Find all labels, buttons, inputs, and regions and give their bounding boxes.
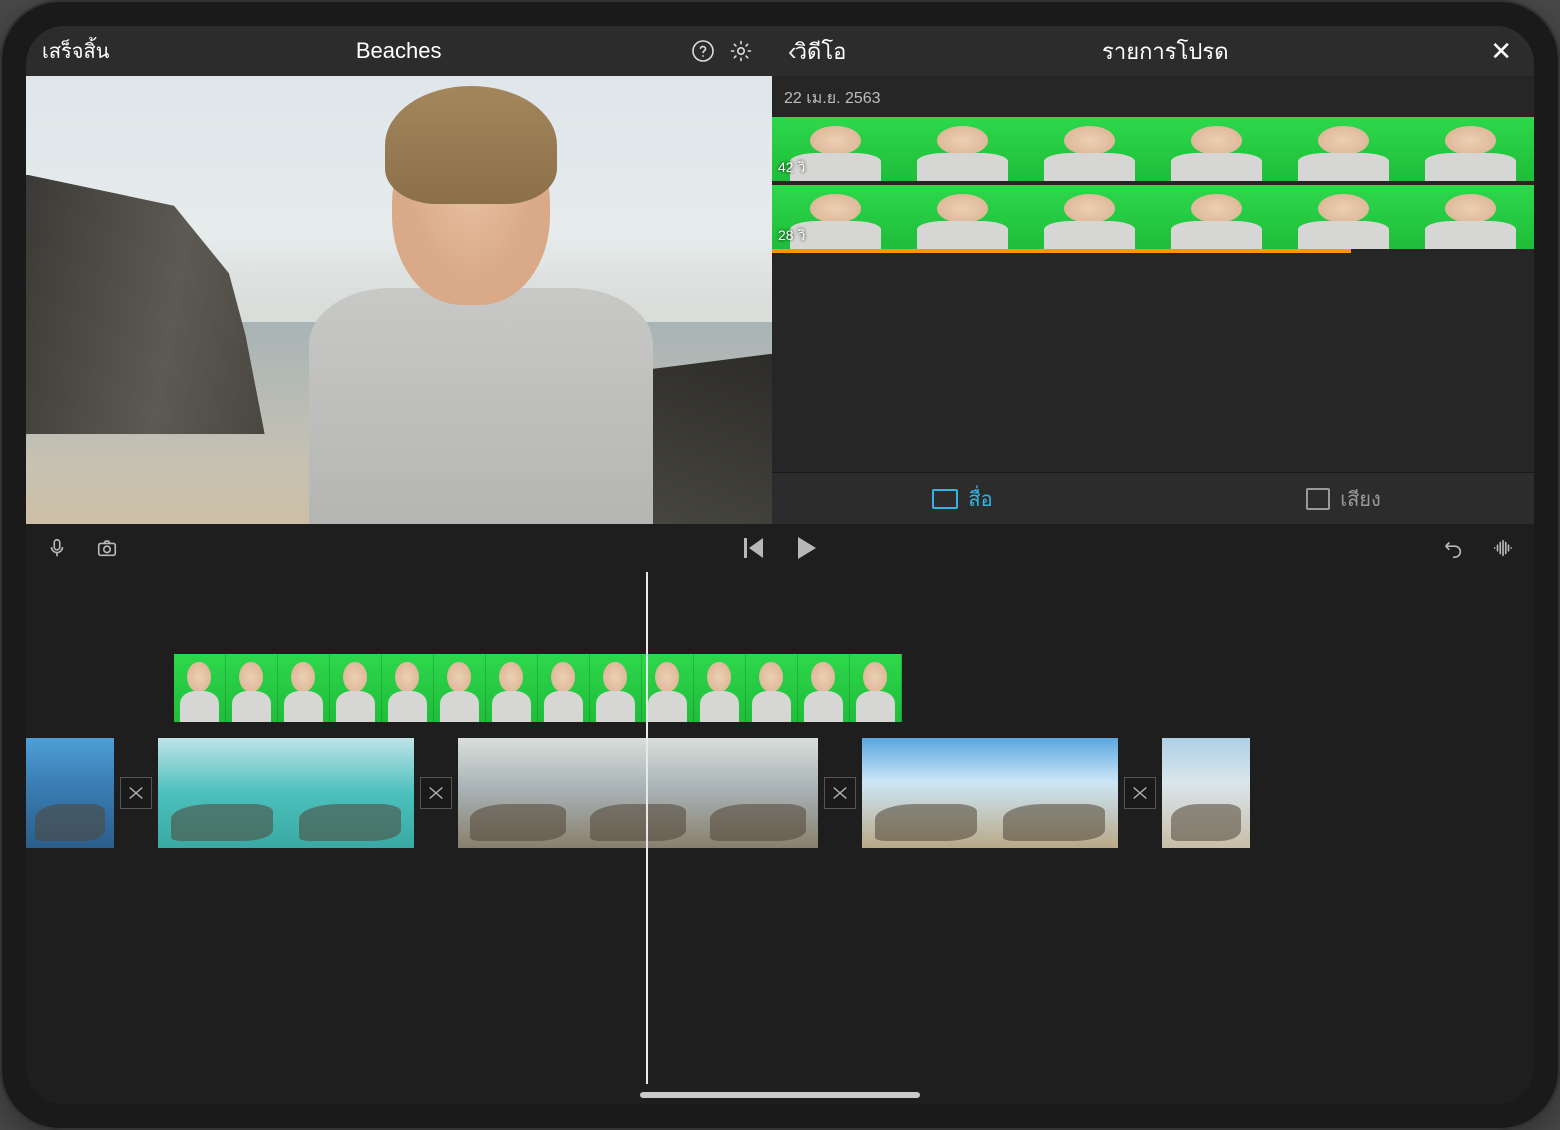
overlay-frame — [226, 654, 278, 722]
close-icon[interactable]: ✕ — [1484, 36, 1518, 67]
overlay-frame — [642, 654, 694, 722]
clip-row[interactable]: 42 วิ — [772, 117, 1534, 185]
done-button[interactable]: เสร็จสิ้น — [42, 35, 109, 67]
browser-back-label: วิดีโอ — [795, 34, 847, 69]
tab-audio[interactable]: เสียง — [1153, 473, 1534, 524]
overlay-frame — [798, 654, 850, 722]
tab-audio-label: เสียง — [1340, 483, 1381, 515]
overlay-frame — [486, 654, 538, 722]
preview-viewer[interactable] — [26, 76, 772, 524]
overlay-frame — [174, 654, 226, 722]
waveform-icon[interactable] — [1490, 537, 1516, 559]
help-icon[interactable] — [688, 36, 718, 66]
skip-back-icon[interactable] — [740, 537, 766, 559]
tab-media[interactable]: สื่อ — [772, 473, 1153, 524]
timeline-clip[interactable] — [26, 738, 114, 848]
overlay-frame — [694, 654, 746, 722]
media-browser: ‹ วิดีโอ รายการโปรด ✕ 22 เม.ย. 2563 42 ว… — [772, 26, 1534, 524]
crossfade-icon[interactable] — [1124, 777, 1156, 809]
audio-icon — [1306, 488, 1330, 510]
overlay-frame — [434, 654, 486, 722]
overlay-frame — [746, 654, 798, 722]
playhead[interactable] — [646, 572, 648, 1084]
playback-toolbar — [26, 524, 1534, 572]
ipad-frame: เสร็จสิ้น Beaches — [0, 0, 1560, 1130]
microphone-icon[interactable] — [44, 537, 70, 559]
timeline-clip[interactable] — [1162, 738, 1250, 848]
film-icon — [932, 489, 958, 509]
overlay-frame — [278, 654, 330, 722]
clip-date-header: 22 เม.ย. 2563 — [772, 76, 1534, 117]
overlay-frame — [590, 654, 642, 722]
crossfade-icon[interactable] — [824, 777, 856, 809]
camera-icon[interactable] — [94, 537, 120, 559]
clip-list[interactable]: 22 เม.ย. 2563 42 วิ 28 วิ — [772, 76, 1534, 472]
clip-duration-label: 42 วิ — [778, 157, 805, 179]
viewer-header: เสร็จสิ้น Beaches — [26, 26, 772, 76]
browser-tabs: สื่อ เสียง — [772, 472, 1534, 524]
overlay-frame — [382, 654, 434, 722]
chevron-left-icon: ‹ — [788, 36, 797, 67]
browser-title: รายการโปรด — [854, 34, 1476, 69]
crossfade-icon[interactable] — [120, 777, 152, 809]
clip-selection-indicator — [772, 249, 1351, 253]
project-title: Beaches — [117, 38, 680, 64]
play-icon[interactable] — [794, 537, 820, 559]
undo-icon[interactable] — [1440, 537, 1466, 559]
gear-icon[interactable] — [726, 36, 756, 66]
overlay-frame — [330, 654, 382, 722]
crossfade-icon[interactable] — [420, 777, 452, 809]
home-indicator[interactable] — [640, 1092, 920, 1098]
timeline-clip[interactable] — [862, 738, 1118, 848]
preview-subject — [309, 103, 652, 524]
overlay-frame — [538, 654, 590, 722]
timeline-clip[interactable] — [458, 738, 818, 848]
browser-header: ‹ วิดีโอ รายการโปรด ✕ — [772, 26, 1534, 76]
clip-duration-label: 28 วิ — [778, 225, 805, 247]
timeline-clip[interactable] — [158, 738, 414, 848]
overlay-track-clip[interactable] — [174, 654, 902, 722]
app-screen: เสร็จสิ้น Beaches — [26, 26, 1534, 1104]
top-area: เสร็จสิ้น Beaches — [26, 26, 1534, 524]
browser-back-button[interactable]: ‹ วิดีโอ — [788, 34, 846, 69]
main-video-track — [26, 738, 1534, 848]
tab-media-label: สื่อ — [968, 483, 992, 515]
timeline[interactable] — [26, 572, 1534, 1104]
clip-row[interactable]: 28 วิ — [772, 185, 1534, 253]
viewer-column: เสร็จสิ้น Beaches — [26, 26, 772, 524]
overlay-frame — [850, 654, 902, 722]
